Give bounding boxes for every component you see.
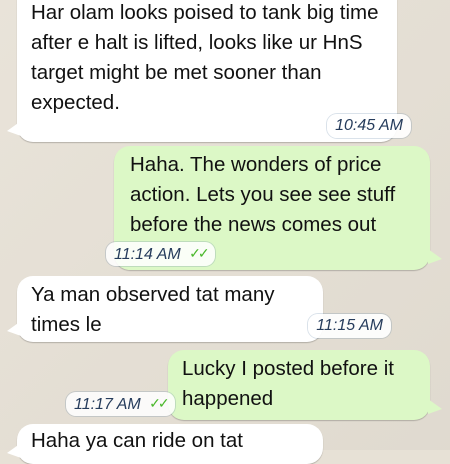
message-text: Haha ya can ride on tat: [31, 429, 243, 452]
message-bubble[interactable]: Ya man observed tat many times le 11:15 …: [7, 276, 391, 342]
message-bubble[interactable]: Haha. The wonders of price action. Lets …: [106, 146, 442, 270]
message-time: 11:15 AM: [308, 314, 391, 338]
message-time: 11:17 AM ✓✓: [66, 392, 175, 416]
double-check-icon: ✓✓: [149, 395, 170, 411]
message-text: Ya man observed tat many times le: [31, 283, 275, 336]
message-bubble[interactable]: Haha ya can ride on tat: [7, 424, 323, 464]
message-bubble[interactable]: Har olam looks poised to tank big time a…: [7, 0, 411, 142]
message-time-text: 11:17 AM: [74, 396, 141, 413]
message-bubble[interactable]: Lucky I posted before it happened 11:17 …: [66, 350, 442, 420]
double-check-icon: ✓✓: [189, 245, 210, 261]
message-time: 10:45 AM: [327, 114, 411, 138]
message-time-text: 11:14 AM: [114, 246, 181, 263]
message-text: Lucky I posted before it happened: [182, 357, 394, 410]
message-text: Har olam looks poised to tank big time a…: [31, 1, 379, 114]
message-time: 11:14 AM ✓✓: [106, 242, 215, 266]
message-text: Haha. The wonders of price action. Lets …: [130, 153, 396, 236]
